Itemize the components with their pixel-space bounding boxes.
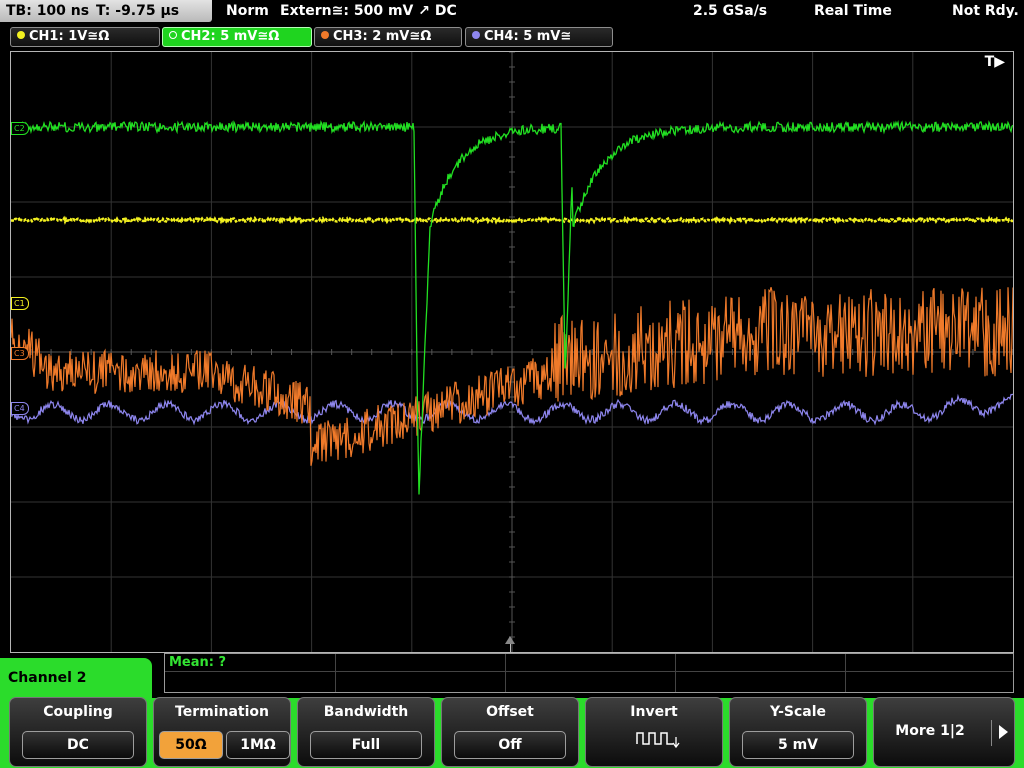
channel-chip-4[interactable]: CH4: 5 mV≅ [465, 27, 613, 47]
more-label: More 1|2 [895, 723, 965, 739]
bandwidth-label: Bandwidth [323, 704, 409, 720]
channel-2-offset-marker[interactable]: C2 [11, 122, 29, 135]
graticule [11, 52, 1013, 652]
offset-label: Offset [486, 704, 534, 720]
coupling-softkey[interactable]: Coupling DC [9, 697, 147, 767]
measurement-column-divider [335, 654, 336, 692]
trigger-source[interactable]: Extern≅: 500 mV ↗ DC [280, 0, 457, 22]
bandwidth-value[interactable]: Full [310, 731, 422, 759]
measurement-column-divider [845, 654, 846, 692]
acquisition-mode[interactable]: Real Time [814, 0, 892, 22]
menu-title-tab[interactable]: Channel 2 [0, 658, 152, 698]
channel-3-dot-icon [321, 31, 329, 39]
invert-softkey[interactable]: Invert [585, 697, 723, 767]
termination-1mohm-option[interactable]: 1MΩ [226, 731, 290, 759]
trigger-position-marker[interactable]: T▶ [985, 54, 1005, 70]
yscale-softkey[interactable]: Y-Scale 5 mV [729, 697, 867, 767]
channel-1-offset-marker[interactable]: C1 [11, 297, 29, 310]
trigger-mode[interactable]: Norm [226, 0, 269, 22]
termination-label: Termination [175, 704, 269, 720]
termination-50ohm-option[interactable]: 50Ω [159, 731, 223, 759]
channel-chip-3-label: CH3: 2 mV≅Ω [333, 29, 432, 44]
channel-4-offset-marker[interactable]: C4 [11, 402, 29, 415]
channel-chip-1[interactable]: CH1: 1V≅Ω [10, 27, 160, 47]
run-state: Not Rdy. [952, 3, 1019, 19]
channel-chip-1-label: CH1: 1V≅Ω [29, 29, 110, 44]
termination-softkey[interactable]: Termination 50Ω 1MΩ [153, 697, 291, 767]
bandwidth-softkey[interactable]: Bandwidth Full [297, 697, 435, 767]
measurement-panel[interactable]: Mean: ? [164, 653, 1014, 693]
channel-chip-2[interactable]: CH2: 5 mV≅Ω [162, 27, 312, 47]
yscale-value[interactable]: 5 mV [742, 731, 854, 759]
offset-value[interactable]: Off [454, 731, 566, 759]
mean-measurement: Mean: ? [169, 655, 227, 670]
channel-chips: CH1: 1V≅Ω CH2: 5 mV≅Ω CH3: 2 mV≅Ω CH4: 5… [0, 27, 1024, 47]
trigger-time-readout: T: -9.75 µs [96, 3, 180, 19]
chevron-right-icon [999, 725, 1008, 739]
waveform-display[interactable]: T▶ C2 C1 C3 C4 [10, 51, 1014, 653]
channel-1-dot-icon [17, 31, 25, 39]
channel-chip-4-label: CH4: 5 mV≅ [484, 29, 572, 44]
timebase-readout: TB: 100 ns [6, 3, 90, 19]
channel-4-dot-icon [472, 31, 480, 39]
inverted-square-wave-icon [636, 732, 680, 749]
coupling-value[interactable]: DC [22, 731, 134, 759]
timebase-panel[interactable]: TB: 100 ns T: -9.75 µs [0, 0, 212, 22]
more-separator [991, 720, 992, 746]
more-softkey[interactable]: More 1|2 [873, 697, 1015, 767]
channel-chip-2-label: CH2: 5 mV≅Ω [181, 29, 280, 44]
waveform-canvas [11, 52, 1013, 652]
measurement-column-divider [675, 654, 676, 692]
trigger-position-triangle-icon [505, 636, 515, 644]
offset-softkey[interactable]: Offset Off [441, 697, 579, 767]
channel-2-dot-icon [169, 31, 177, 39]
invert-label: Invert [630, 704, 678, 720]
measurement-column-divider [505, 654, 506, 692]
status-bar: TB: 100 ns T: -9.75 µs Norm Extern≅: 500… [0, 0, 1024, 24]
channel-3-offset-marker[interactable]: C3 [11, 347, 29, 360]
sample-rate: 2.5 GSa/s [693, 3, 768, 19]
measurement-divider [165, 671, 1013, 672]
yscale-label: Y-Scale [769, 704, 826, 720]
channel-chip-3[interactable]: CH3: 2 mV≅Ω [314, 27, 462, 47]
coupling-label: Coupling [43, 704, 113, 720]
